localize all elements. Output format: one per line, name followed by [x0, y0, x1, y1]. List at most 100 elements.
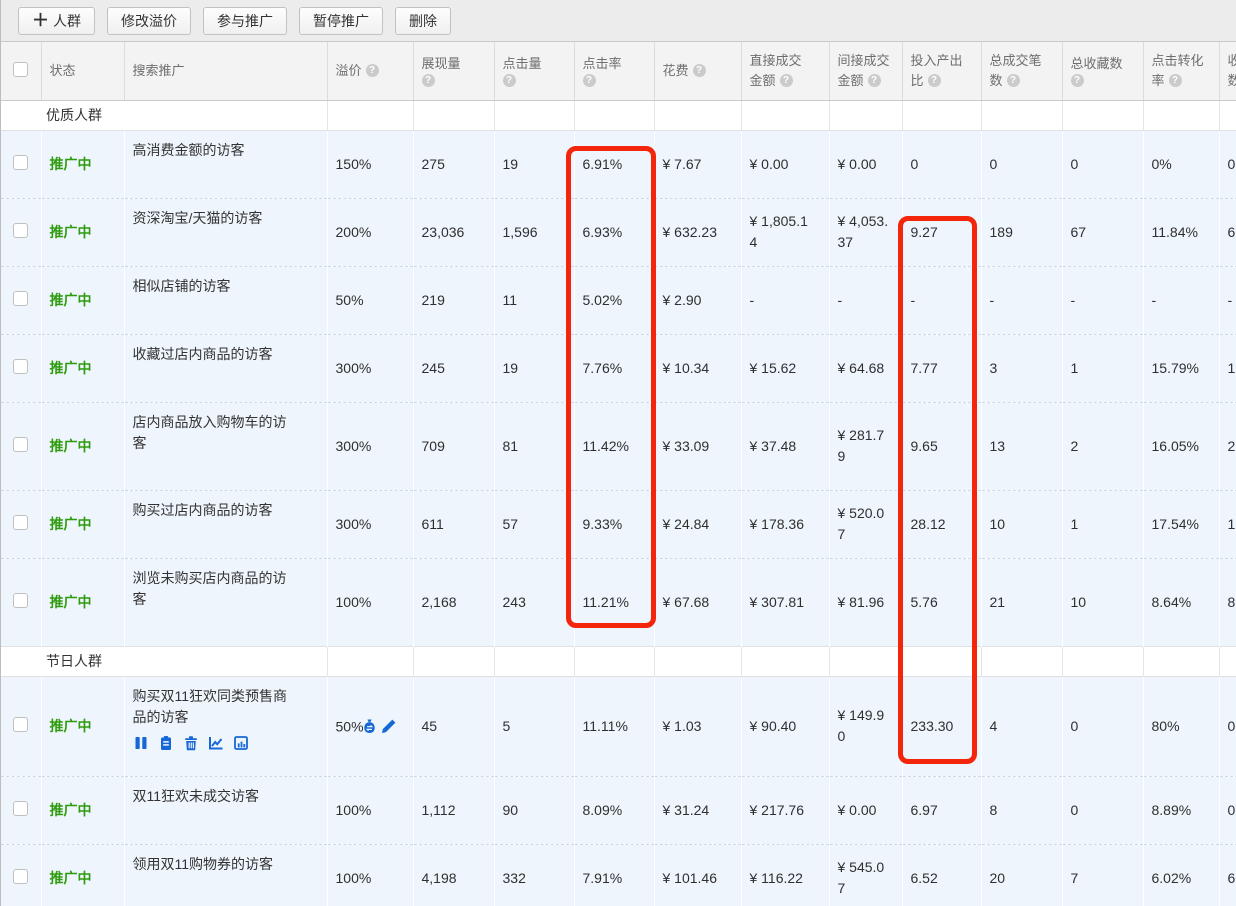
money-bag-icon[interactable] — [361, 718, 378, 735]
cell-impressions: 4,198 — [413, 844, 494, 906]
cell-ctr: 5.02% — [574, 266, 654, 334]
column-header-name: 搜索推广 — [124, 42, 327, 100]
row-checkbox[interactable] — [13, 223, 28, 238]
cell-cvr: 16.05% — [1143, 402, 1219, 490]
cell-ctr: 7.76% — [574, 334, 654, 402]
cell-select — [1, 490, 41, 558]
audience-name[interactable]: 资深淘宝/天猫的访客 — [133, 208, 291, 229]
help-icon[interactable]: ? — [780, 74, 793, 87]
section-title: 优质人群 — [1, 100, 327, 130]
audience-name[interactable]: 店内商品放入购物车的访客 — [133, 412, 291, 454]
edit-pencil-icon[interactable] — [380, 718, 397, 735]
row-checkbox[interactable] — [13, 717, 28, 732]
modify-premium-button[interactable]: 修改溢价 — [107, 7, 191, 35]
cell-direct: ¥ 116.22 — [741, 844, 829, 906]
line-chart-icon[interactable] — [208, 735, 224, 751]
join-promotion-button[interactable]: 参与推广 — [203, 7, 287, 35]
audience-name[interactable]: 双11狂欢未成交访客 — [133, 786, 291, 807]
row-checkbox[interactable] — [13, 359, 28, 374]
cell-impressions: 275 — [413, 130, 494, 198]
cell-cvr: 8.64% — [1143, 558, 1219, 646]
section-cell — [574, 100, 654, 130]
trash-icon[interactable] — [183, 735, 199, 751]
row-checkbox[interactable] — [13, 291, 28, 306]
cell-clicks: 5 — [494, 676, 574, 776]
help-icon[interactable]: ? — [422, 74, 435, 87]
report-icon[interactable] — [158, 735, 174, 751]
pause-icon[interactable] — [133, 735, 149, 751]
section-cell — [494, 100, 574, 130]
cell-ctr: 8.09% — [574, 776, 654, 844]
help-icon[interactable]: ? — [1071, 74, 1084, 87]
cell-status: 推广中 — [41, 558, 124, 646]
cell-favs: 1 — [1062, 490, 1143, 558]
cell-extra: 6 — [1219, 198, 1236, 266]
cell-cvr: - — [1143, 266, 1219, 334]
audience-name[interactable]: 相似店铺的访客 — [133, 276, 291, 297]
audience-name[interactable]: 领用双11购物券的访客 — [133, 854, 291, 875]
cell-name: 店内商品放入购物车的访客 — [124, 402, 327, 490]
table-row: 推广中店内商品放入购物车的访客300%7098111.42%¥ 33.09¥ 3… — [1, 402, 1236, 490]
audience-name[interactable]: 高消费金额的访客 — [133, 140, 291, 161]
help-icon[interactable]: ? — [693, 64, 706, 77]
cell-ctr: 11.21% — [574, 558, 654, 646]
cell-premium: 100% — [327, 776, 413, 844]
pause-promotion-button[interactable]: 暂停推广 — [299, 7, 383, 35]
cell-orders: 13 — [981, 402, 1062, 490]
help-icon[interactable]: ? — [868, 74, 881, 87]
cell-favs: - — [1062, 266, 1143, 334]
column-header-indirect: 间接成交金额 ? — [829, 42, 902, 100]
cell-favs: 0 — [1062, 130, 1143, 198]
audience-name[interactable]: 购买双11狂欢同类预售商品的访客 — [133, 686, 291, 728]
help-icon[interactable]: ? — [1007, 74, 1020, 87]
cell-select — [1, 130, 41, 198]
audience-name[interactable]: 收藏过店内商品的访客 — [133, 344, 291, 365]
cell-premium: 300% — [327, 490, 413, 558]
add-audience-label: 人群 — [53, 11, 81, 31]
help-icon[interactable]: ? — [583, 74, 596, 87]
cell-cost: ¥ 67.68 — [654, 558, 741, 646]
cell-direct: ¥ 217.76 — [741, 776, 829, 844]
section-row: 优质人群 — [1, 100, 1236, 130]
cell-cost: ¥ 101.46 — [654, 844, 741, 906]
help-icon[interactable]: ? — [366, 64, 379, 77]
section-cell — [981, 100, 1062, 130]
column-header-direct: 直接成交金额 ? — [741, 42, 829, 100]
cell-status: 推广中 — [41, 844, 124, 906]
cell-ctr: 11.42% — [574, 402, 654, 490]
row-checkbox[interactable] — [13, 869, 28, 884]
cell-clicks: 90 — [494, 776, 574, 844]
bar-chart-icon[interactable] — [233, 735, 249, 751]
section-cell — [327, 646, 413, 676]
section-cell — [902, 646, 981, 676]
cell-ctr: 6.93% — [574, 198, 654, 266]
cell-extra: 0 — [1219, 676, 1236, 776]
help-icon[interactable]: ? — [928, 74, 941, 87]
table-row: 推广中收藏过店内商品的访客300%245197.76%¥ 10.34¥ 15.6… — [1, 334, 1236, 402]
add-audience-button[interactable]: ＋人群 — [18, 7, 95, 35]
row-checkbox[interactable] — [13, 437, 28, 452]
audience-name[interactable]: 浏览未购买店内商品的访客 — [133, 568, 291, 610]
row-checkbox[interactable] — [13, 515, 28, 530]
cell-roi: 5.76 — [902, 558, 981, 646]
cell-clicks: 11 — [494, 266, 574, 334]
table-row: 推广中领用双11购物券的访客100%4,1983327.91%¥ 101.46¥… — [1, 844, 1236, 906]
status-badge: 推广中 — [50, 360, 92, 376]
cell-impressions: 23,036 — [413, 198, 494, 266]
row-checkbox[interactable] — [13, 801, 28, 816]
row-checkbox[interactable] — [13, 155, 28, 170]
select-all-checkbox[interactable] — [13, 62, 28, 77]
cell-direct: ¥ 307.81 — [741, 558, 829, 646]
cell-ctr: 7.91% — [574, 844, 654, 906]
row-checkbox[interactable] — [13, 593, 28, 608]
audience-name[interactable]: 购买过店内商品的访客 — [133, 500, 291, 521]
table-row: 推广中浏览未购买店内商品的访客100%2,16824311.21%¥ 67.68… — [1, 558, 1236, 646]
help-icon[interactable]: ? — [503, 74, 516, 87]
column-header-premium: 溢价? — [327, 42, 413, 100]
delete-button[interactable]: 删除 — [395, 7, 451, 35]
section-row: 节日人群 — [1, 646, 1236, 676]
cell-name: 购买双11狂欢同类预售商品的访客 — [124, 676, 327, 776]
cell-orders: 20 — [981, 844, 1062, 906]
section-cell — [413, 646, 494, 676]
help-icon[interactable]: ? — [1169, 74, 1182, 87]
